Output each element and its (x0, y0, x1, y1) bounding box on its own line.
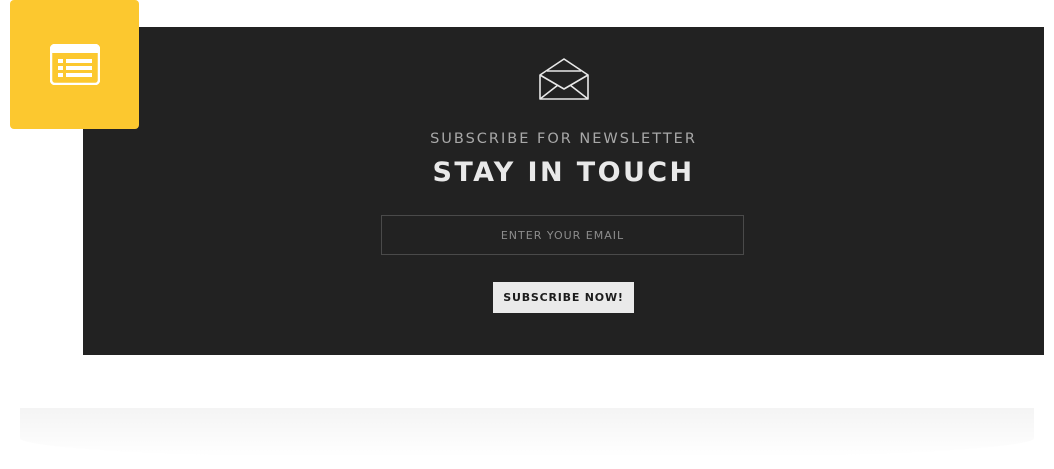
newsletter-content: SUBSCRIBE FOR NEWSLETTER STAY IN TOUCH S… (83, 27, 1044, 355)
newsletter-headline: STAY IN TOUCH (432, 157, 695, 188)
envelope-open-icon (539, 58, 589, 100)
list-icon (49, 44, 100, 85)
page: SUBSCRIBE FOR NEWSLETTER STAY IN TOUCH S… (0, 0, 1054, 469)
newsletter-eyebrow: SUBSCRIBE FOR NEWSLETTER (430, 131, 697, 147)
list-badge (10, 0, 139, 129)
email-field[interactable] (381, 215, 744, 255)
subscribe-button[interactable]: SUBSCRIBE NOW! (493, 282, 634, 313)
card-shadow (20, 408, 1034, 458)
